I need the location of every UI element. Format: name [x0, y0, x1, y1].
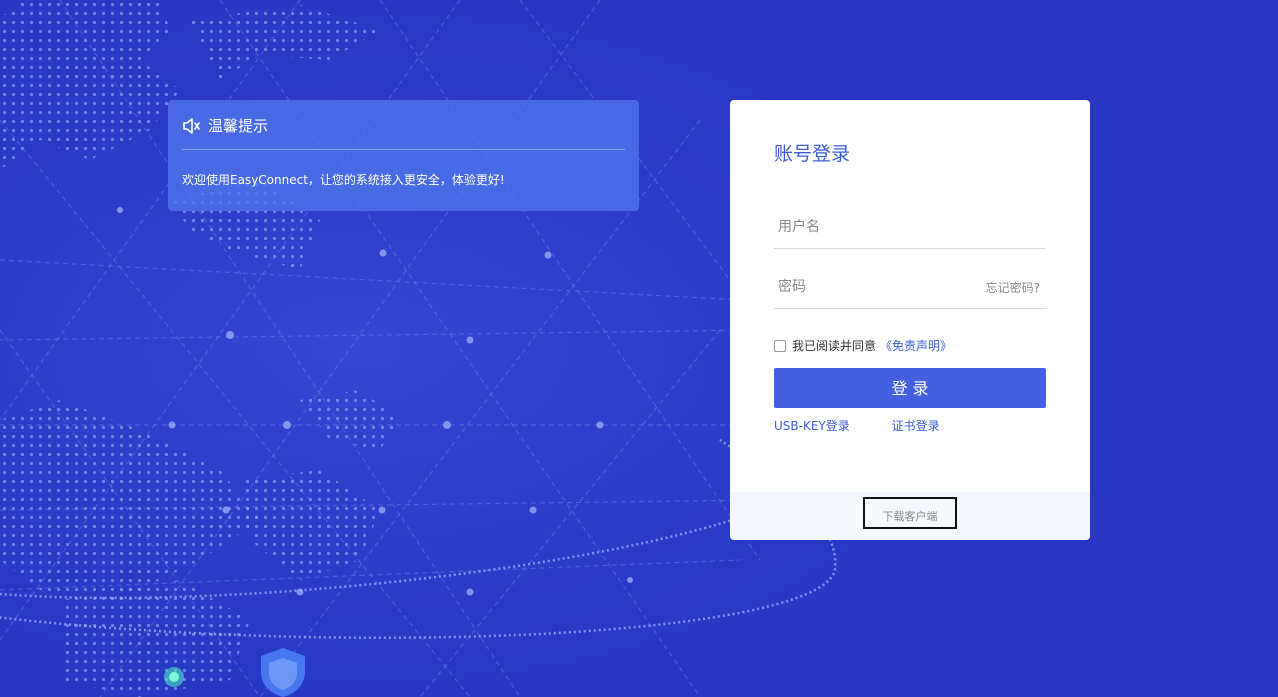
- forgot-password-link[interactable]: 忘记密码?: [986, 279, 1040, 296]
- login-button[interactable]: 登 录: [774, 368, 1046, 408]
- notice-header: 温馨提示: [182, 116, 625, 150]
- card-footer: 下载客户端: [730, 492, 1090, 540]
- login-card: 账号登录 忘记密码? 我已阅读并同意 《免责声明》 登 录 USB-KEY登录 …: [730, 100, 1090, 540]
- password-field: 忘记密码?: [774, 268, 1046, 309]
- agree-checkbox[interactable]: [774, 339, 786, 352]
- notice-title: 温馨提示: [208, 117, 269, 135]
- notice-panel: 温馨提示 欢迎使用EasyConnect，让您的系统接入更安全，体验更好!: [168, 100, 639, 211]
- password-input[interactable]: [774, 268, 982, 306]
- disclaimer-link[interactable]: 《免责声明》: [880, 337, 952, 354]
- login-page: 温馨提示 欢迎使用EasyConnect，让您的系统接入更安全，体验更好! 账号…: [0, 0, 1278, 697]
- notice-message: 欢迎使用EasyConnect，让您的系统接入更安全，体验更好!: [182, 173, 505, 187]
- agreement-row: 我已阅读并同意 《免责声明》: [774, 337, 952, 354]
- speaker-icon: [183, 118, 200, 134]
- username-input[interactable]: [774, 208, 982, 246]
- alt-login-options: USB-KEY登录 证书登录: [774, 418, 940, 434]
- username-field: [774, 208, 1046, 249]
- login-title: 账号登录: [774, 143, 851, 165]
- download-client-button[interactable]: 下载客户端: [863, 497, 957, 529]
- certificate-login-link[interactable]: 证书登录: [892, 418, 940, 434]
- agree-label: 我已阅读并同意: [792, 339, 877, 353]
- usb-key-login-link[interactable]: USB-KEY登录: [774, 418, 850, 434]
